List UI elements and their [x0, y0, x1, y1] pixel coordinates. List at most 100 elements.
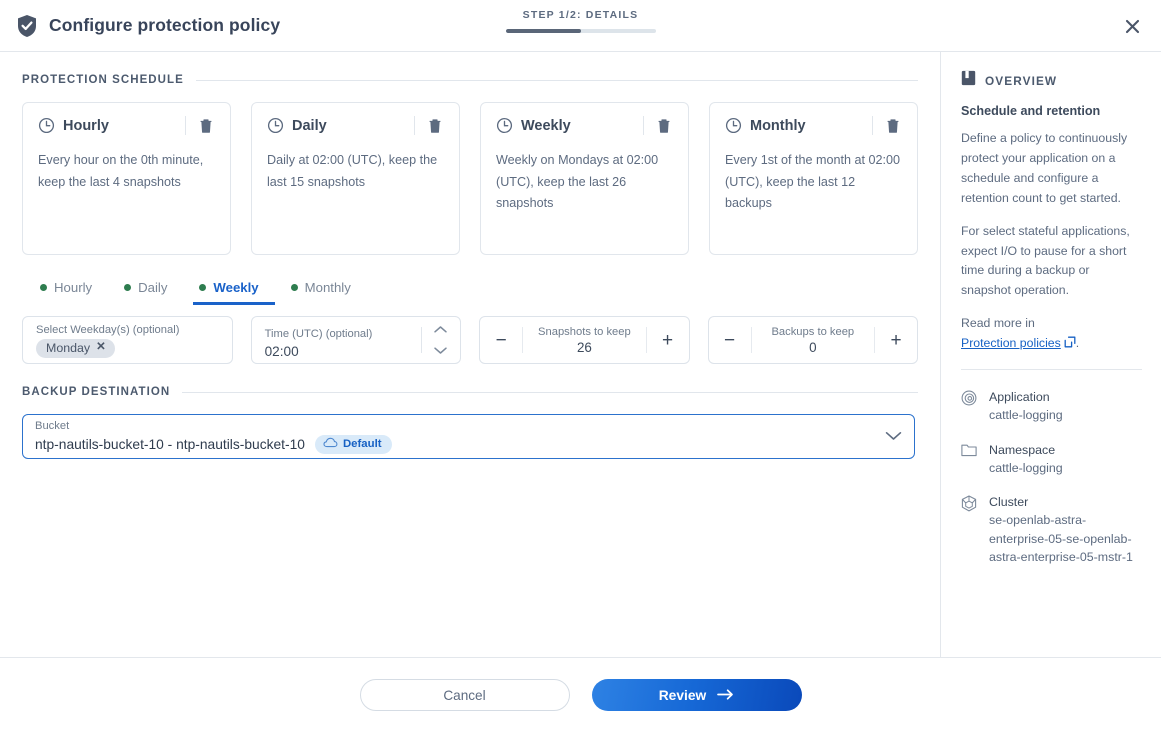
time-spinner[interactable]	[433, 321, 452, 360]
increment-button[interactable]: +	[875, 317, 917, 363]
meta-label: Namespace	[989, 442, 1056, 457]
weekday-select[interactable]: Select Weekday(s) (optional) Monday ✕	[22, 316, 233, 364]
decrement-button[interactable]: −	[480, 317, 522, 363]
book-icon	[961, 70, 976, 91]
clock-icon	[725, 117, 742, 134]
status-dot-icon	[124, 284, 132, 291]
tab-monthly[interactable]: Monthly	[285, 274, 367, 305]
bucket-value-row: ntp-nautils-bucket-10 - ntp-nautils-buck…	[35, 435, 880, 454]
overview-heading: OVERVIEW	[961, 70, 1142, 91]
schedule-card-list: Hourly Every hour on the 0th minute, kee…	[22, 102, 918, 255]
backup-destination-heading: BACKUP DESTINATION	[22, 386, 918, 398]
dialog-body: PROTECTION SCHEDULE Hourly Every hour on…	[0, 52, 1161, 657]
trash-icon[interactable]	[886, 118, 900, 134]
tab-hourly[interactable]: Hourly	[34, 274, 108, 305]
badge-label: Default	[342, 438, 382, 450]
stepper-label: Backups to keep	[771, 325, 855, 338]
trash-icon[interactable]	[199, 118, 213, 134]
weekday-chip-monday[interactable]: Monday ✕	[36, 339, 115, 358]
read-more-block: Read more in Protection policies.	[961, 314, 1142, 355]
overview-paragraph-1: Define a policy to continuously protect …	[961, 131, 1128, 205]
meta-value: se-openlab-astra-enterprise-05-se-openla…	[989, 513, 1133, 565]
cancel-button[interactable]: Cancel	[359, 679, 570, 711]
card-header: Weekly	[496, 116, 673, 135]
overview-panel: OVERVIEW Schedule and retention Define a…	[940, 52, 1161, 657]
meta-label: Application	[989, 390, 1050, 405]
time-value: 02:00	[264, 344, 299, 359]
default-badge: Default	[314, 435, 392, 454]
stepper-value: 26	[576, 339, 592, 355]
decrement-button[interactable]: −	[709, 317, 751, 363]
main-content: PROTECTION SCHEDULE Hourly Every hour on…	[0, 52, 940, 657]
bucket-value: ntp-nautils-bucket-10 - ntp-nautils-buck…	[35, 437, 305, 452]
configure-protection-policy-dialog: Configure protection policy STEP 1/2: DE…	[0, 0, 1161, 732]
review-button-label: Review	[658, 687, 707, 703]
bucket-text-group: Bucket ntp-nautils-bucket-10 - ntp-nauti…	[35, 419, 880, 454]
card-title: Weekly	[521, 117, 571, 134]
card-description: Weekly on Mondays at 02:00 (UTC), keep t…	[496, 153, 659, 211]
divider	[195, 79, 918, 81]
meta-text: Namespace cattle-logging	[989, 441, 1063, 478]
card-title: Daily	[292, 117, 327, 134]
bucket-dropdown-toggle[interactable]	[880, 428, 906, 446]
review-button[interactable]: Review	[591, 679, 802, 711]
time-text-group: Time (UTC) (optional) 02:00	[265, 321, 418, 359]
status-dot-icon	[290, 284, 298, 291]
card-header: Monthly	[725, 116, 902, 135]
arrow-right-icon	[717, 688, 734, 703]
close-button[interactable]	[1117, 11, 1147, 41]
snapshots-to-keep-stepper[interactable]: − Snapshots to keep 26 +	[479, 316, 690, 364]
meta-namespace: Namespace cattle-logging	[961, 441, 1142, 478]
time-input[interactable]: Time (UTC) (optional) 02:00	[250, 316, 462, 364]
increment-button[interactable]: +	[647, 317, 689, 363]
card-title: Hourly	[63, 117, 109, 134]
meta-text: Application cattle-logging	[989, 388, 1063, 425]
dialog-footer: Cancel Review	[0, 657, 1161, 732]
stepper-value-group: Snapshots to keep 26	[523, 326, 645, 355]
cluster-icon	[961, 493, 978, 567]
overview-subheading: Schedule and retention	[961, 104, 1101, 118]
chip-label: Monday	[46, 341, 91, 355]
header-title-group: Configure protection policy	[16, 14, 280, 38]
chevron-down-icon	[885, 428, 902, 446]
meta-cluster: Cluster se-openlab-astra-enterprise-05-s…	[961, 493, 1142, 567]
schedule-card-daily: Daily Daily at 02:00 (UTC), keep the las…	[251, 102, 460, 255]
stepper-label: Snapshots to keep	[538, 325, 631, 338]
meta-application: Application cattle-logging	[961, 388, 1142, 425]
clock-icon	[267, 117, 284, 134]
meta-text: Cluster se-openlab-astra-enterprise-05-s…	[989, 493, 1142, 567]
backups-to-keep-stepper[interactable]: − Backups to keep 0 +	[707, 316, 918, 364]
tab-daily[interactable]: Daily	[118, 274, 183, 305]
external-link-icon[interactable]	[1064, 335, 1076, 355]
read-more-prefix: Read more in	[961, 316, 1035, 331]
chevron-up-icon[interactable]	[433, 321, 448, 339]
trash-icon[interactable]	[657, 118, 671, 134]
divider	[421, 327, 423, 353]
status-dot-icon	[40, 284, 47, 291]
dialog-header: Configure protection policy STEP 1/2: DE…	[0, 0, 1161, 52]
card-title: Monthly	[750, 117, 806, 134]
chevron-down-icon[interactable]	[433, 342, 448, 360]
protection-policies-link[interactable]: Protection policies	[961, 336, 1061, 350]
schedule-card-monthly: Monthly Every 1st of the month at 02:00 …	[709, 102, 918, 255]
folder-icon	[961, 441, 978, 478]
schedule-card-weekly: Weekly Weekly on Mondays at 02:00 (UTC),…	[480, 102, 689, 255]
page-title: Configure protection policy	[49, 15, 281, 35]
clock-icon	[38, 117, 55, 134]
overview-paragraph-2: For select stateful applications, expect…	[961, 223, 1130, 298]
divider	[182, 391, 918, 393]
schedule-form-row: Select Weekday(s) (optional) Monday ✕ Ti…	[22, 316, 918, 364]
tab-label: Weekly	[213, 280, 259, 295]
status-dot-icon	[199, 284, 207, 291]
card-description: Daily at 02:00 (UTC), keep the last 15 s…	[267, 153, 438, 189]
tab-weekly[interactable]: Weekly	[193, 274, 275, 305]
read-more-suffix: .	[1075, 336, 1080, 351]
section-label: PROTECTION SCHEDULE	[22, 74, 184, 86]
tab-label: Monthly	[304, 280, 351, 295]
trash-icon[interactable]	[428, 118, 442, 134]
protection-schedule-heading: PROTECTION SCHEDULE	[22, 74, 918, 86]
close-icon[interactable]: ✕	[96, 342, 106, 354]
step-label: STEP 1/2: DETAILS	[522, 9, 639, 21]
meta-value: cattle-logging	[989, 460, 1063, 475]
bucket-select[interactable]: Bucket ntp-nautils-bucket-10 - ntp-nauti…	[22, 414, 915, 459]
